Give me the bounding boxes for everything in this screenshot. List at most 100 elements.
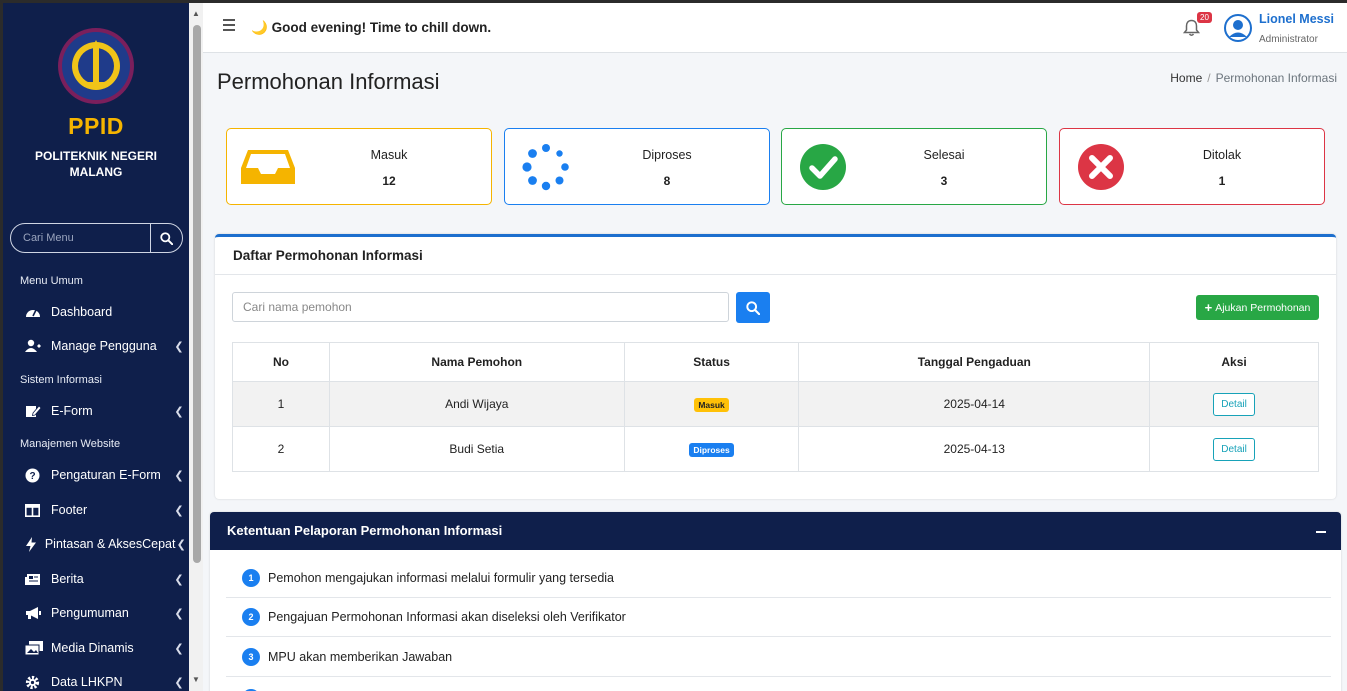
rule-item: 1 Pemohon mengajukan informasi melalui f… bbox=[226, 559, 1331, 598]
breadcrumb-home-link[interactable]: Home bbox=[1170, 71, 1202, 85]
brand-subtitle: POLITEKNIK NEGERI MALANG bbox=[3, 148, 189, 180]
cell-status: Diproses bbox=[623, 426, 800, 472]
stat-card-diproses: Diproses 8 bbox=[504, 128, 770, 205]
sidebar-item-label: Pengaturan E-Form bbox=[51, 468, 161, 482]
cell-nama: Budi Setia bbox=[328, 426, 625, 472]
rule-text: Pengajuan Permohonan Informasi akan dise… bbox=[268, 610, 626, 624]
table-header-row: No Nama Pemohon Status Tanggal Pengaduan… bbox=[232, 342, 1319, 382]
cell-tanggal: 2025-04-14 bbox=[798, 381, 1151, 427]
sidebar-item-eform[interactable]: E-Form ❮ bbox=[23, 399, 189, 423]
top-navbar: 🌙 Good evening! Time to chill down. 20 L… bbox=[203, 3, 1347, 53]
sidebar-item-berita[interactable]: Berita ❮ bbox=[23, 567, 189, 591]
search-icon bbox=[746, 300, 760, 315]
user-role: Administrator bbox=[1259, 34, 1318, 45]
column-header: Tanggal Pengaduan bbox=[798, 342, 1151, 382]
brand-title: PPID bbox=[68, 113, 124, 139]
applicant-search-button[interactable] bbox=[736, 292, 770, 323]
rule-number: 3 bbox=[242, 648, 260, 666]
sidebar-item-media-dinamis[interactable]: Media Dinamis ❮ bbox=[23, 636, 189, 660]
search-icon bbox=[160, 231, 173, 245]
scroll-down-icon[interactable]: ▼ bbox=[191, 675, 201, 685]
app-frame: PPID POLITEKNIK NEGERI MALANG Menu Umum … bbox=[3, 3, 1347, 691]
submit-request-button[interactable]: + Ajukan Permohonan bbox=[1196, 295, 1319, 320]
stat-value: 8 bbox=[663, 174, 671, 188]
sidebar-item-pengaturan-eform[interactable]: ? Pengaturan E-Form ❮ bbox=[23, 463, 189, 487]
stat-value: 3 bbox=[940, 174, 948, 188]
detail-button[interactable]: Detail bbox=[1213, 437, 1255, 461]
rule-item bbox=[226, 678, 1331, 691]
sidebar-section-label: Sistem Informasi bbox=[20, 374, 102, 386]
applicant-search-input[interactable] bbox=[232, 292, 729, 322]
chevron-left-icon: ❮ bbox=[174, 642, 184, 655]
plus-icon: + bbox=[1204, 300, 1213, 315]
chevron-left-icon: ❮ bbox=[174, 607, 184, 620]
sidebar-item-label: E-Form bbox=[51, 404, 93, 418]
sidebar-item-dashboard[interactable]: Dashboard bbox=[23, 300, 189, 324]
layout-icon bbox=[25, 502, 47, 518]
megaphone-icon bbox=[25, 605, 47, 621]
moon-icon: 🌙 bbox=[251, 20, 268, 35]
table-row: 2 Budi Setia Diproses 2025-04-13 Detail bbox=[232, 426, 1319, 472]
status-badge: Masuk bbox=[694, 397, 729, 412]
rules-header: Ketentuan Pelaporan Permohonan Informasi bbox=[210, 512, 1341, 550]
stat-card-masuk: Masuk 12 bbox=[226, 128, 492, 205]
cell-aksi: Detail bbox=[1149, 426, 1319, 472]
rule-number: 2 bbox=[242, 608, 260, 626]
cell-no: 2 bbox=[232, 426, 330, 472]
stat-value: 12 bbox=[382, 174, 396, 188]
sidebar-search bbox=[10, 223, 183, 253]
rule-item: 2 Pengajuan Permohonan Informasi akan di… bbox=[226, 598, 1331, 637]
bolt-icon bbox=[25, 536, 41, 552]
column-header: Nama Pemohon bbox=[328, 342, 625, 382]
avatar[interactable] bbox=[1224, 14, 1252, 42]
sidebar-item-data-lhkpn[interactable]: Data LHKPN ❮ bbox=[23, 670, 189, 691]
sidebar-item-footer[interactable]: Footer ❮ bbox=[23, 498, 189, 522]
sidebar-item-pengumuman[interactable]: Pengumuman ❮ bbox=[23, 601, 189, 625]
status-badge: Diproses bbox=[689, 442, 734, 457]
panel-title: Daftar Permohonan Informasi bbox=[233, 248, 423, 263]
rules-title: Ketentuan Pelaporan Permohonan Informasi bbox=[227, 523, 503, 538]
sidebar-search-button[interactable] bbox=[150, 224, 182, 252]
sidebar-section-label: Menu Umum bbox=[20, 275, 83, 287]
sidebar-item-manage-pengguna[interactable]: Manage Pengguna ❮ bbox=[23, 334, 189, 358]
sidebar-item-label: Berita bbox=[51, 572, 84, 586]
sidebar-item-label: Dashboard bbox=[51, 305, 113, 319]
rule-text: MPU akan memberikan Jawaban bbox=[268, 650, 453, 664]
brand-subtitle-line: MALANG bbox=[69, 165, 123, 179]
sidebar-item-label: Pintasan & AksesCepat bbox=[44, 537, 176, 551]
stat-value: 1 bbox=[1218, 174, 1226, 188]
users-icon bbox=[25, 338, 47, 354]
submit-request-label: Ajukan Permohonan bbox=[1215, 301, 1311, 314]
request-table: No Nama Pemohon Status Tanggal Pengaduan… bbox=[232, 342, 1319, 472]
sidebar-search-input[interactable] bbox=[11, 224, 150, 252]
scroll-up-icon[interactable]: ▲ bbox=[191, 9, 201, 19]
dashboard-icon bbox=[25, 304, 47, 320]
polinema-logo bbox=[58, 28, 134, 104]
collapse-icon[interactable] bbox=[1316, 531, 1326, 533]
cell-nama: Andi Wijaya bbox=[328, 381, 625, 427]
chevron-left-icon: ❮ bbox=[176, 538, 186, 551]
svg-text:?: ? bbox=[29, 471, 35, 482]
greeting-text: Good evening! Time to chill down. bbox=[271, 20, 492, 35]
rules-panel: Ketentuan Pelaporan Permohonan Informasi… bbox=[210, 512, 1341, 691]
edit-icon bbox=[25, 403, 47, 419]
detail-button[interactable]: Detail bbox=[1213, 392, 1255, 416]
breadcrumb-separator: / bbox=[1207, 71, 1211, 85]
stat-label: Ditolak bbox=[1202, 148, 1242, 162]
cell-status: Masuk bbox=[623, 381, 800, 427]
stat-card-selesai: Selesai 3 bbox=[781, 128, 1047, 205]
panel-header: Daftar Permohonan Informasi bbox=[215, 237, 1336, 275]
column-header: Aksi bbox=[1149, 342, 1319, 382]
chevron-left-icon: ❮ bbox=[174, 405, 184, 418]
cell-tanggal: 2025-04-13 bbox=[798, 426, 1151, 472]
table-row: 1 Andi Wijaya Masuk 2025-04-14 Detail bbox=[232, 381, 1319, 427]
breadcrumb-current: Permohonan Informasi bbox=[1215, 71, 1337, 85]
sidebar-item-pintasan[interactable]: Pintasan & AksesCepat ❮ bbox=[23, 532, 189, 556]
sidebar-scrollbar-thumb[interactable] bbox=[193, 25, 201, 563]
user-name[interactable]: Lionel Messi bbox=[1259, 12, 1334, 26]
chevron-left-icon: ❮ bbox=[174, 676, 184, 689]
rule-number: 1 bbox=[242, 569, 260, 587]
cell-aksi: Detail bbox=[1149, 381, 1319, 427]
page-title: Permohonan Informasi bbox=[217, 69, 440, 94]
hamburger-menu-icon[interactable] bbox=[223, 19, 235, 34]
